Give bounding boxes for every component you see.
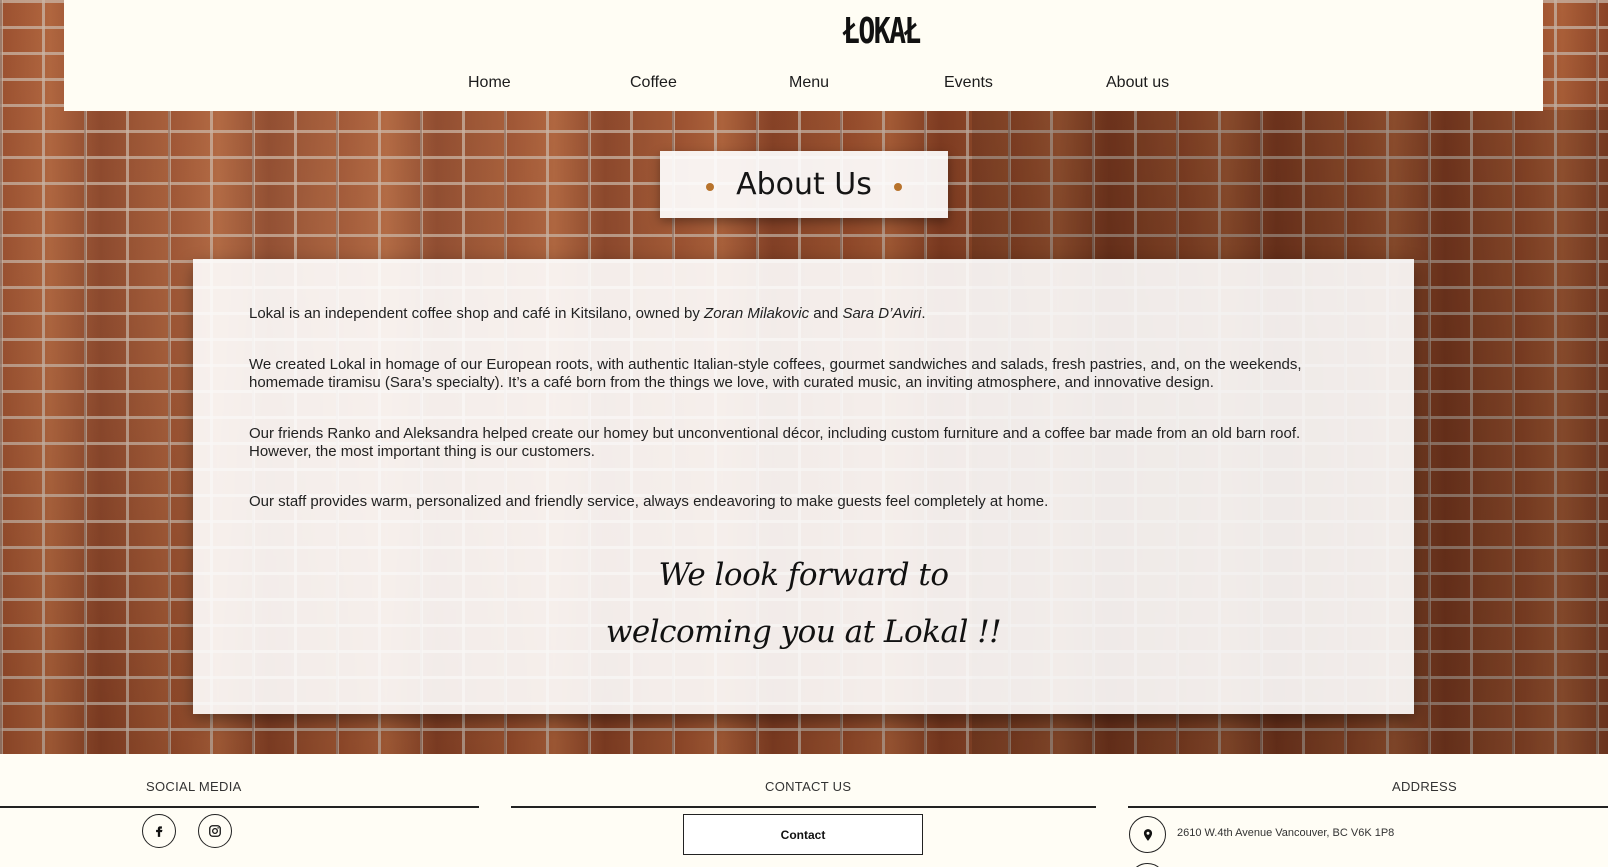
roots-paragraph: We created Lokal in homage of our Europe… <box>249 356 1302 391</box>
contact-us-heading: CONTACT US <box>765 779 852 794</box>
page-title: About Us <box>736 167 872 202</box>
nav-menu[interactable]: Menu <box>789 74 829 92</box>
page-title-box: About Us <box>660 151 948 218</box>
nav-home[interactable]: Home <box>468 74 511 92</box>
about-content-panel: Lokal is an independent coffee shop and … <box>193 259 1414 714</box>
staff-paragraph: Our staff provides warm, personalized an… <box>249 493 1049 510</box>
nav-coffee[interactable]: Coffee <box>630 74 677 92</box>
lokal-logo[interactable]: ŁOKAŁ <box>843 10 921 54</box>
and-text: and <box>809 305 843 322</box>
social-media-heading: SOCIAL MEDIA <box>146 779 242 794</box>
site-header: ŁOKAŁ Home Coffee Menu Events About us <box>64 0 1543 111</box>
owner-name: Sara D’Aviri <box>842 305 922 322</box>
address-heading: ADDRESS <box>1392 779 1457 794</box>
address-divider <box>1128 806 1608 808</box>
social-divider <box>0 806 479 808</box>
contact-button[interactable]: Contact <box>683 814 923 855</box>
intro-paragraph: Lokal is an independent coffee shop and … <box>249 305 1329 323</box>
period-text: . <box>921 305 926 322</box>
instagram-icon[interactable] <box>198 814 232 848</box>
contact-divider <box>511 806 1096 808</box>
nav-about-us[interactable]: About us <box>1106 74 1169 92</box>
facebook-icon[interactable] <box>142 814 176 848</box>
address-text: 2610 W.4th Avenue Vancouver, BC V6K 1P8 <box>1177 827 1395 839</box>
title-dot-left <box>706 182 715 191</box>
map-pin-icon <box>1129 816 1166 853</box>
owner-name: Zoran Milakovic <box>704 305 810 322</box>
closing-line-2: welcoming you at Lokal !! <box>605 614 1002 650</box>
title-dot-right <box>893 182 902 191</box>
closing-line-1: We look forward to <box>658 557 949 593</box>
decor-paragraph: Our friends Ranko and Aleksandra helped … <box>249 425 1301 460</box>
intro-text: Lokal is an independent coffee shop and … <box>249 305 705 322</box>
nav-events[interactable]: Events <box>944 74 993 92</box>
